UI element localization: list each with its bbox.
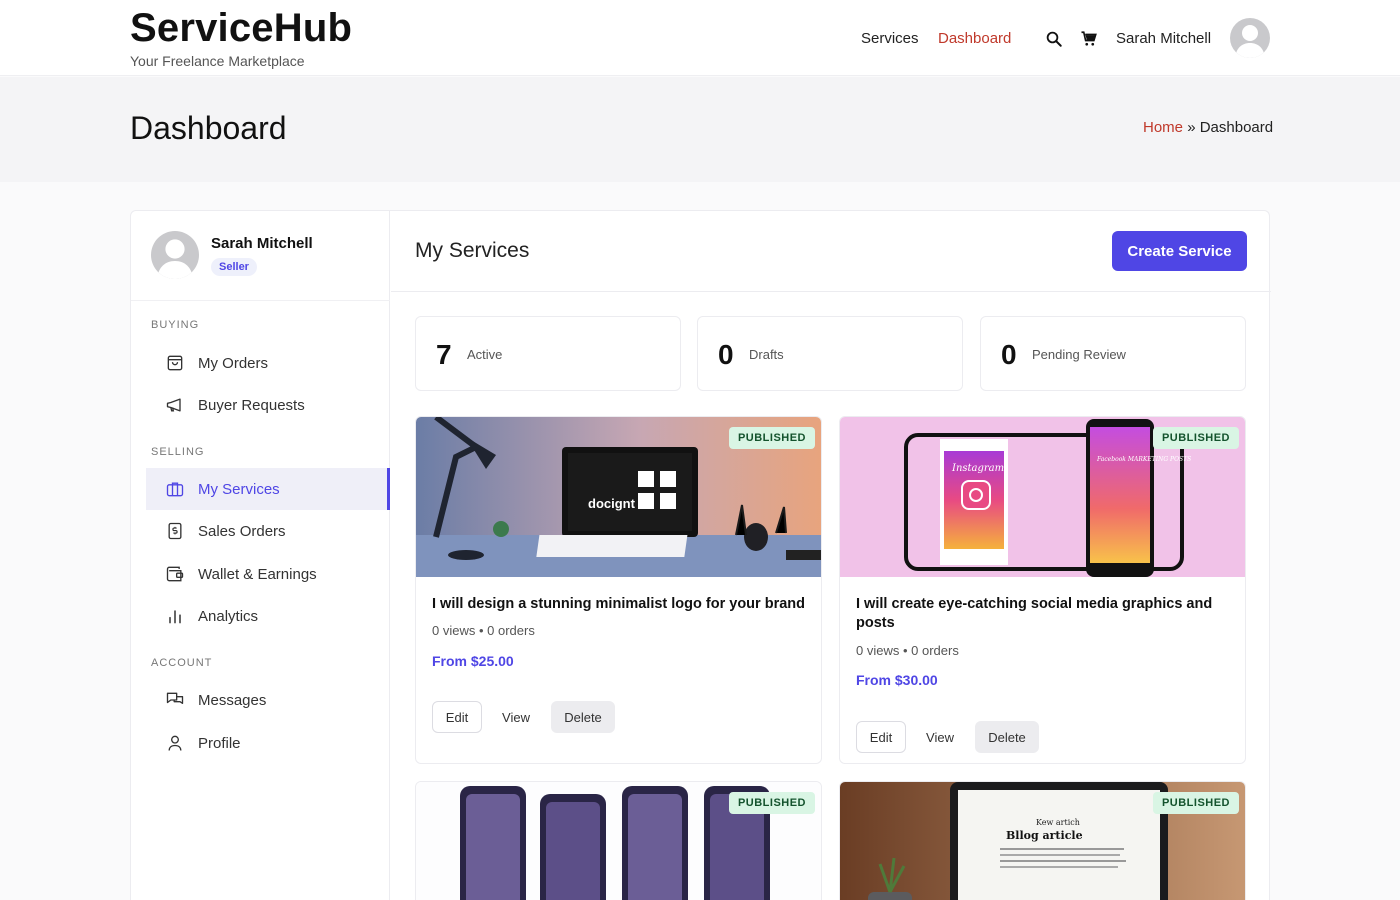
sidebar: Sarah Mitchell Seller BUYING My Orders B… [131,211,390,900]
sidebar-item-messages[interactable]: Messages [146,679,390,721]
sidebar-item-profile[interactable]: Profile [146,722,390,764]
stat-value: 0 [1001,339,1017,370]
service-card: PUBLISHED [415,781,822,900]
sidebar-item-label: My Services [198,480,280,498]
image-subheading-text: Bllog article [1006,829,1083,842]
wallet-icon [166,566,184,582]
image-logo-text: docignt [588,496,636,511]
avatar[interactable] [1230,18,1270,58]
create-service-button[interactable]: Create Service [1112,231,1247,271]
content-header: My Services Create Service [391,211,1271,292]
role-badge: Seller [211,258,257,276]
sidebar-item-label: Buyer Requests [198,396,305,414]
service-card: docignt PUBLISHED I will design a stunni… [415,416,822,764]
brand-tagline: Your Freelance Marketplace [130,53,305,69]
top-nav-bar: ServiceHub Your Freelance Marketplace Se… [0,0,1400,76]
service-card: Kew artich Bllog article PUBLISHED [839,781,1246,900]
nav-services[interactable]: Services [861,30,919,47]
sidebar-section-account: ACCOUNT [151,657,213,669]
user-silhouette-icon [157,239,193,279]
search-icon[interactable] [1045,30,1063,48]
sidebar-item-label: Wallet & Earnings [198,565,317,583]
sidebar-item-label: Sales Orders [198,522,286,540]
sidebar-item-sales-orders[interactable]: Sales Orders [146,510,390,552]
sidebar-item-analytics[interactable]: Analytics [146,595,390,637]
service-image[interactable]: docignt PUBLISHED [416,417,821,577]
sidebar-item-label: Messages [198,691,267,709]
sidebar-item-label: Analytics [198,607,259,625]
user-silhouette-icon [1235,25,1265,58]
image-facebook-text: Facebook MARKETING POSTS [1096,456,1191,463]
sidebar-section-selling: SELLING [151,446,205,458]
section-title: My Services [415,239,530,262]
sidebar-item-wallet[interactable]: Wallet & Earnings [146,553,390,595]
sidebar-item-label: Profile [198,734,241,752]
status-badge: PUBLISHED [1152,427,1239,449]
stat-value: 7 [436,339,452,370]
service-image[interactable]: Kew artich Bllog article PUBLISHED [840,782,1245,900]
stat-value: 0 [718,339,734,370]
view-button[interactable]: View [916,721,964,753]
service-price: From $30.00 [856,672,938,688]
breadcrumb-current: Dashboard [1199,119,1274,136]
view-button[interactable]: View [492,701,540,733]
stat-label: Drafts [749,347,784,362]
sidebar-user-name: Sarah Mitchell [211,235,313,252]
breadcrumb: Home » Dashboard [1143,119,1273,136]
delete-button[interactable]: Delete [551,701,615,733]
sidebar-item-buyer-requests[interactable]: Buyer Requests [146,384,390,426]
nav-dashboard[interactable]: Dashboard [938,30,1011,47]
edit-button[interactable]: Edit [432,701,482,733]
stat-card-active: 7 Active [415,316,681,391]
sidebar-item-my-orders[interactable]: My Orders [146,342,390,384]
services-content: My Services Create Service 7 Active 0 Dr… [391,211,1271,900]
service-meta: 0 views • 0 orders [856,643,959,658]
sidebar-section-buying: BUYING [151,319,200,331]
delete-button[interactable]: Delete [975,721,1039,753]
breadcrumb-separator: » [1187,119,1196,136]
breadcrumb-home-link[interactable]: Home [1143,119,1183,136]
megaphone-icon [166,398,181,412]
edit-button[interactable]: Edit [856,721,906,753]
status-badge: PUBLISHED [728,792,815,814]
status-badge: PUBLISHED [1152,792,1239,814]
sidebar-item-label: My Orders [198,354,269,372]
brand-logo[interactable]: ServiceHub [130,6,352,51]
sidebar-user-card: Sarah Mitchell Seller [131,211,390,301]
shopping-bag-icon [167,355,183,371]
service-title[interactable]: I will create eye-catching social media … [856,595,1231,633]
image-instagram-text: Instagram [951,463,1004,474]
service-image[interactable]: Instagram Facebook MARKETING POSTS PUBLI… [840,417,1245,577]
image-heading-text: Kew artich [1036,818,1080,827]
page-title: Dashboard [130,110,287,146]
stat-card-pending: 0 Pending Review [980,316,1246,391]
sidebar-avatar [151,231,199,279]
user-icon [168,735,182,751]
service-image[interactable]: PUBLISHED [416,782,821,900]
stat-label: Active [467,347,503,362]
bar-chart-icon [169,610,181,624]
service-price: From $25.00 [432,653,514,669]
service-title[interactable]: I will design a stunning minimalist logo… [432,595,807,614]
cart-icon[interactable] [1080,30,1098,48]
stat-label: Pending Review [1032,347,1126,362]
service-meta: 0 views • 0 orders [432,623,535,638]
chat-bubbles-icon [166,692,184,704]
sidebar-item-my-services[interactable]: My Services [146,468,390,510]
service-card: Instagram Facebook MARKETING POSTS PUBLI… [839,416,1246,764]
briefcase-icon [166,482,184,497]
dashboard-panel: Sarah Mitchell Seller BUYING My Orders B… [130,210,1271,900]
stat-card-drafts: 0 Drafts [697,316,963,391]
dollar-receipt-icon [168,522,182,540]
header-user-name[interactable]: Sarah Mitchell [1116,30,1211,47]
status-badge: PUBLISHED [728,427,815,449]
